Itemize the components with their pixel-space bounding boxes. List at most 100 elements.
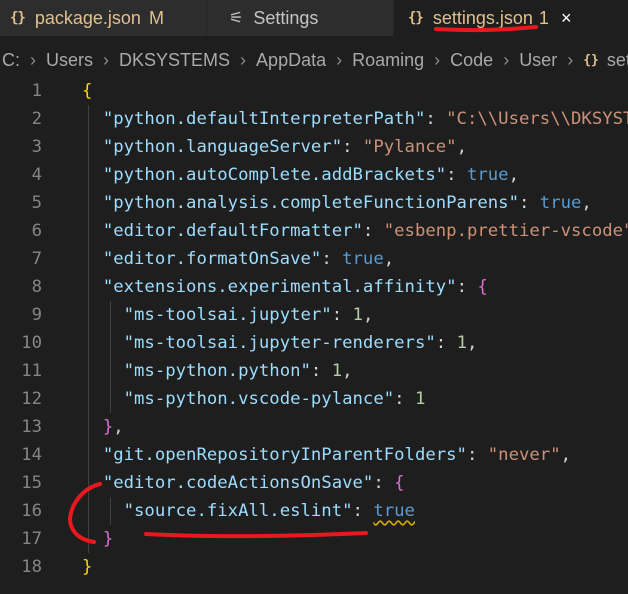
code-token: , <box>560 445 572 465</box>
tab-package-json[interactable]: {} package.json M <box>0 0 206 36</box>
chevron-right-icon: › <box>240 49 247 70</box>
code-token: "python.autoComplete.addBrackets" <box>102 165 447 185</box>
line-number: 8 <box>31 277 42 297</box>
line-number: 15 <box>21 473 42 493</box>
code-line[interactable]: 8 "extensions.experimental.affinity": { <box>0 273 628 301</box>
code-text: "ms-python.vscode-pylance": 1 <box>82 385 426 413</box>
code-text: "python.autoComplete.addBrackets": true, <box>82 161 519 189</box>
line-number: 16 <box>21 501 42 521</box>
code-token: "never" <box>487 445 561 465</box>
code-line[interactable]: 1{ <box>0 77 628 105</box>
code-text: "extensions.experimental.affinity": { <box>82 273 488 301</box>
breadcrumb-item[interactable]: settings.json <box>607 50 628 71</box>
close-icon[interactable]: × <box>561 8 572 29</box>
code-token: : <box>425 109 447 129</box>
tab-label: package.json <box>34 7 141 28</box>
code-line[interactable]: 15 "editor.codeActionsOnSave": { <box>0 469 628 497</box>
tab-settings-json[interactable]: {} settings.json 1 × <box>394 0 628 36</box>
breadcrumb-item[interactable]: Users <box>46 50 93 71</box>
code-line[interactable]: 5 "python.analysis.completeFunctionParen… <box>0 189 628 217</box>
code-token: true <box>342 249 384 269</box>
code-line[interactable]: 16 "source.fixAll.eslint": true <box>0 497 628 525</box>
tab-settings[interactable]: ⚟ Settings <box>207 0 393 36</box>
code-text: "ms-toolsai.jupyter-renderers": 1, <box>82 329 478 357</box>
code-line[interactable]: 6 "editor.defaultFormatter": "esbenp.pre… <box>0 217 628 245</box>
code-token: } <box>82 557 93 577</box>
code-line[interactable]: 12 "ms-python.vscode-pylance": 1 <box>0 385 628 413</box>
line-number: 4 <box>31 165 42 185</box>
code-token: "ms-toolsai.jupyter-renderers" <box>123 333 436 353</box>
settings-sliders-icon: ⚟ <box>229 10 244 27</box>
code-text: "git.openRepositoryInParentFolders": "ne… <box>82 441 571 469</box>
code-token: "editor.codeActionsOnSave" <box>102 473 374 493</box>
code-token: "python.analysis.completeFunctionParens" <box>102 193 519 213</box>
code-text: "ms-toolsai.jupyter": 1, <box>82 301 374 329</box>
code-token: 1 <box>456 333 467 353</box>
code-token: "extensions.experimental.affinity" <box>102 277 457 297</box>
code-token: } <box>102 417 114 437</box>
line-number: 3 <box>31 137 42 157</box>
code-token: : <box>466 445 488 465</box>
code-line[interactable]: 3 "python.languageServer": "Pylance", <box>0 133 628 161</box>
code-token: , <box>342 361 353 381</box>
code-token: : <box>394 389 415 409</box>
code-token: "C:\\Users\\DKSYSTEMS <box>446 109 628 129</box>
code-line[interactable]: 13 }, <box>0 413 628 441</box>
code-line[interactable]: 9 "ms-toolsai.jupyter": 1, <box>0 301 628 329</box>
code-line[interactable]: 14 "git.openRepositoryInParentFolders": … <box>0 441 628 469</box>
breadcrumb-item[interactable]: Roaming <box>352 50 424 71</box>
breadcrumb-item[interactable]: DKSYSTEMS <box>119 50 230 71</box>
chevron-right-icon: › <box>434 49 441 70</box>
code-token: : <box>518 193 540 213</box>
line-number: 5 <box>31 193 42 213</box>
chevron-right-icon: › <box>567 49 574 70</box>
code-token: : <box>373 473 395 493</box>
chevron-right-icon: › <box>503 49 510 70</box>
code-token: , <box>383 249 395 269</box>
code-token: : <box>352 501 374 521</box>
code-token: "source.fixAll.eslint" <box>123 501 353 521</box>
breadcrumb-item[interactable]: C: <box>2 50 20 71</box>
code-token: { <box>82 81 93 101</box>
code-line[interactable]: 17 } <box>0 525 628 553</box>
breadcrumb-item[interactable]: User <box>519 50 557 71</box>
line-number: 6 <box>31 221 42 241</box>
code-token: : <box>310 361 332 381</box>
code-token: } <box>102 529 114 549</box>
line-number: 17 <box>21 529 42 549</box>
code-line[interactable]: 2 "python.defaultInterpreterPath": "C:\\… <box>0 105 628 133</box>
code-text: }, <box>82 413 124 441</box>
breadcrumb-item[interactable]: Code <box>450 50 493 71</box>
code-token: { <box>477 277 488 297</box>
code-text: } <box>82 553 92 581</box>
code-token: : <box>331 305 353 325</box>
line-number: 14 <box>21 445 42 465</box>
code-text: } <box>82 525 113 553</box>
code-line[interactable]: 4 "python.autoComplete.addBrackets": tru… <box>0 161 628 189</box>
json-file-icon: {} <box>10 10 26 26</box>
line-number: 12 <box>21 389 42 409</box>
code-line[interactable]: 7 "editor.formatOnSave": true, <box>0 245 628 273</box>
code-token: true <box>373 501 415 521</box>
code-editor[interactable]: 1{2 "python.defaultInterpreterPath": "C:… <box>0 77 628 594</box>
code-line[interactable]: 18} <box>0 553 628 581</box>
tab-label: settings.json <box>432 7 533 28</box>
code-token: "Pylance" <box>362 137 457 157</box>
code-line[interactable]: 11 "ms-python.python": 1, <box>0 357 628 385</box>
code-token: 1 <box>331 361 343 381</box>
code-text: "editor.formatOnSave": true, <box>82 245 394 273</box>
breadcrumb-item[interactable]: AppData <box>256 50 326 71</box>
code-line[interactable]: 10 "ms-toolsai.jupyter-renderers": 1, <box>0 329 628 357</box>
breadcrumb: C: › Users › DKSYSTEMS › AppData › Roami… <box>0 43 628 77</box>
